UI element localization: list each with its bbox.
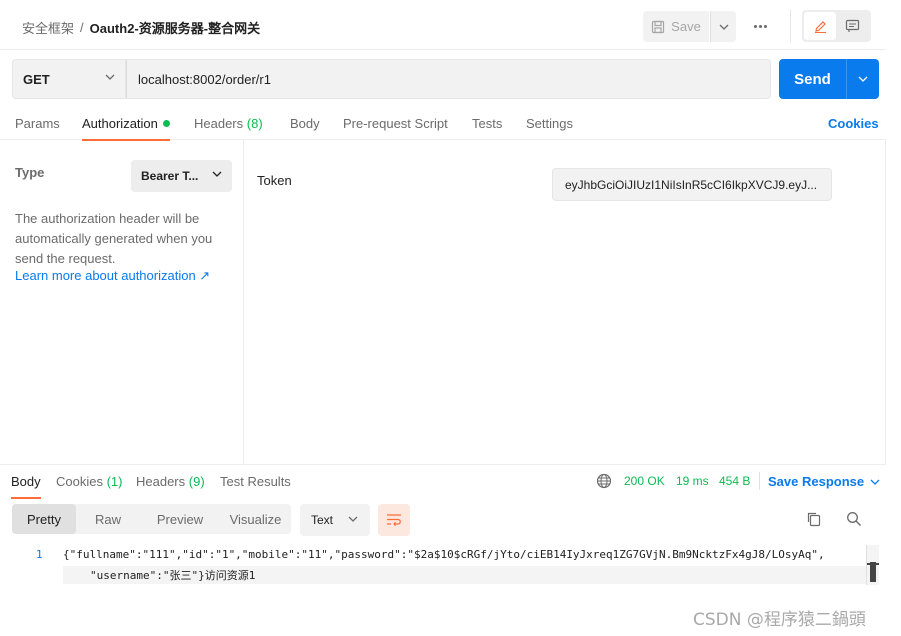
send-button-group: Send (779, 59, 879, 99)
auth-type-panel: Type Bearer T... The authorization heade… (0, 140, 244, 464)
save-response-label: Save Response (768, 474, 865, 489)
code-username-value: 张三 (169, 569, 192, 582)
method-value: GET (23, 71, 50, 87)
wrap-lines-button[interactable] (378, 504, 410, 536)
chevron-down-icon (719, 24, 728, 30)
chevron-down-icon (858, 76, 868, 82)
save-group: Save (643, 11, 736, 42)
more-options-icon[interactable] (750, 18, 770, 34)
send-button[interactable]: Send (779, 59, 846, 99)
chevron-down-icon (212, 171, 222, 177)
breadcrumb: 安全框架 / Oauth2-资源服务器-整合网关 (22, 18, 260, 37)
breadcrumb-separator: / (80, 20, 84, 35)
comments-button[interactable] (836, 12, 869, 40)
code-username-key: "username":" (90, 569, 170, 582)
format-visualize[interactable]: Visualize (220, 504, 291, 534)
line-number: 1 (36, 548, 43, 561)
code-line-2: "username":"张三"}访问资源1 (63, 566, 866, 584)
response-tab-cookies[interactable]: Cookies (1) (56, 474, 122, 489)
active-dot-icon (162, 120, 170, 127)
tab-authorization[interactable]: Authorization (82, 116, 170, 141)
tab-count: (9) (188, 474, 205, 489)
code-line-1: {"fullname":"111","id":"1","mobile":"11"… (63, 548, 825, 561)
response-tab-body[interactable]: Body (11, 474, 41, 499)
format-tabs: Pretty Raw Preview Visualize (12, 504, 291, 534)
code-tail-text: 访问资源1 (204, 569, 256, 582)
divider (790, 10, 791, 42)
edit-mode-button[interactable] (804, 12, 836, 40)
save-response-button[interactable]: Save Response (768, 474, 880, 489)
divider (885, 140, 886, 464)
wrap-icon (387, 514, 401, 527)
request-tabs: Params Authorization Headers (8) Body Pr… (0, 106, 886, 141)
save-button[interactable]: Save (643, 11, 709, 42)
tab-headers[interactable]: Headers (8) (194, 116, 263, 131)
method-select[interactable]: GET (12, 59, 126, 99)
auth-type-value: Bearer T... (141, 169, 199, 183)
response-tab-test-results[interactable]: Test Results (220, 474, 291, 489)
tab-count: (1) (106, 474, 123, 489)
format-pretty[interactable]: Pretty (12, 504, 76, 534)
response-tab-headers[interactable]: Headers (9) (136, 474, 205, 489)
tab-body[interactable]: Body (290, 116, 320, 131)
scrollbar[interactable] (866, 545, 879, 585)
tab-label: Body (290, 116, 320, 131)
tab-label: Headers (136, 474, 186, 489)
comment-icon (845, 19, 860, 32)
tab-params[interactable]: Params (15, 116, 60, 131)
save-icon (652, 20, 665, 33)
copy-icon[interactable] (806, 511, 822, 527)
tab-label: Tests (472, 116, 503, 131)
tab-label: Headers (194, 116, 244, 131)
send-dropdown-button[interactable] (846, 59, 879, 99)
chevron-down-icon (870, 479, 880, 485)
code-line-end: "} (191, 569, 205, 582)
save-label: Save (671, 19, 701, 34)
tab-label: Pre-request Script (343, 116, 448, 131)
auth-description: The authorization header will be automat… (15, 211, 213, 266)
top-bar: 安全框架 / Oauth2-资源服务器-整合网关 Save (0, 0, 886, 50)
tab-label: Settings (526, 116, 573, 131)
response-time[interactable]: 19 ms (676, 474, 709, 488)
tab-label: Params (15, 116, 60, 131)
format-type-select[interactable]: Text (300, 504, 370, 536)
auth-type-select[interactable]: Bearer T... (131, 160, 232, 192)
tab-label: Test Results (220, 474, 291, 489)
cookies-link[interactable]: Cookies (828, 116, 879, 131)
request-title[interactable]: Oauth2-资源服务器-整合网关 (90, 18, 260, 37)
url-input[interactable]: localhost:8002/order/r1 (126, 59, 771, 99)
save-dropdown-button[interactable] (710, 11, 736, 42)
token-label: Token (257, 173, 292, 188)
tab-count: (8) (246, 116, 263, 131)
format-preview[interactable]: Preview (140, 504, 220, 534)
response-body[interactable]: 1 {"fullname":"111","id":"1","mobile":"1… (0, 544, 880, 584)
status-code[interactable]: 200 OK (624, 474, 665, 488)
tab-tests[interactable]: Tests (472, 116, 502, 131)
pencil-icon (814, 20, 826, 33)
type-label: Type (15, 165, 45, 180)
token-input[interactable]: eyJhbGciOiJIUzI1NiIsInR5cCI6IkpXVCJ9.eyJ… (552, 168, 832, 201)
response-size[interactable]: 454 B (719, 474, 750, 488)
learn-more-link[interactable]: Learn more about authorization ↗ (15, 268, 210, 284)
search-icon[interactable] (846, 511, 862, 527)
view-toggle (802, 10, 871, 42)
tab-label: Authorization (82, 116, 158, 131)
format-type-value: Text (311, 513, 334, 527)
breadcrumb-parent[interactable]: 安全框架 (22, 18, 74, 37)
tab-label: Cookies (56, 474, 103, 489)
tab-pre-request-script[interactable]: Pre-request Script (343, 116, 448, 131)
tab-label: Body (11, 474, 41, 489)
format-raw[interactable]: Raw (76, 504, 140, 534)
watermark: CSDN @程序猿二鍋頭 (693, 610, 866, 630)
globe-icon[interactable] (596, 473, 612, 489)
tab-settings[interactable]: Settings (526, 116, 573, 131)
response-tabs: Body Cookies (1) Headers (9) Test Result… (0, 464, 886, 499)
divider (759, 472, 760, 490)
chevron-down-icon (105, 74, 115, 80)
chevron-down-icon (348, 516, 358, 522)
